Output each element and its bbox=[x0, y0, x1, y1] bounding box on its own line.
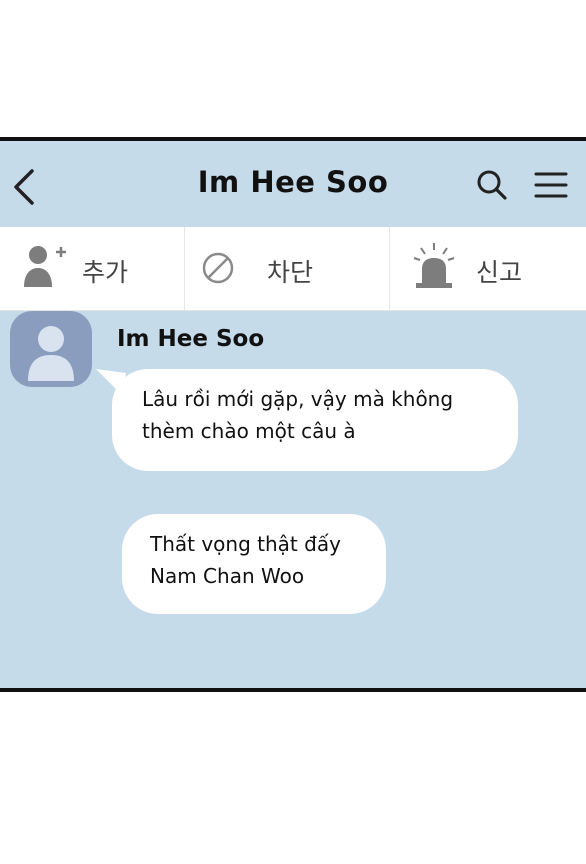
message-bubble[interactable]: Lâu rồi mới gặp, vậy mà không thèm chào … bbox=[112, 369, 518, 471]
siren-icon bbox=[413, 243, 455, 288]
block-icon bbox=[202, 252, 234, 284]
sender-name: Im Hee Soo bbox=[117, 326, 265, 352]
chevron-left-icon[interactable] bbox=[10, 167, 40, 207]
block-label: 차단 bbox=[267, 258, 314, 287]
message-bubble[interactable]: Thất vọng thật đấy Nam Chan Woo bbox=[122, 514, 386, 614]
avatar[interactable] bbox=[10, 311, 92, 387]
message-text: Thất vọng thật đấy bbox=[150, 532, 341, 556]
add-friend-button[interactable]: 추가 bbox=[0, 227, 184, 311]
default-profile-icon bbox=[28, 326, 74, 381]
action-bar: 추가 차단 신고 bbox=[0, 227, 586, 311]
menu-icon[interactable] bbox=[534, 171, 568, 199]
report-label: 신고 bbox=[476, 258, 523, 287]
message-text: Lâu rồi mới gặp, vậy mà không bbox=[142, 387, 454, 411]
report-button[interactable]: 신고 bbox=[390, 227, 586, 311]
search-icon[interactable] bbox=[476, 169, 508, 201]
chat-window: Im Hee Soo 추가 차단 신고 Im Hee Soo Lâu rồi m… bbox=[0, 137, 586, 692]
block-button[interactable]: 차단 bbox=[185, 227, 389, 311]
message-text: thèm chào một câu à bbox=[142, 419, 356, 443]
chat-header: Im Hee Soo bbox=[0, 141, 586, 227]
add-label: 추가 bbox=[82, 258, 129, 287]
add-person-icon bbox=[24, 246, 66, 287]
message-text: Nam Chan Woo bbox=[150, 564, 305, 588]
